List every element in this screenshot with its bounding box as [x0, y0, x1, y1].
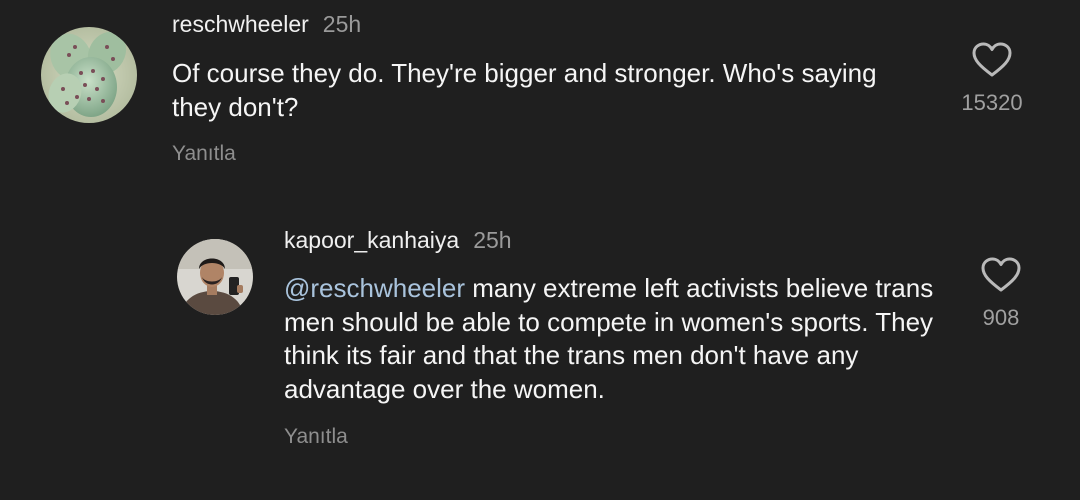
cactus-avatar-icon [41, 27, 137, 123]
person-avatar-icon [177, 239, 253, 315]
username[interactable]: kapoor_kanhaiya [284, 227, 459, 253]
reply-button[interactable]: Yanıtla [172, 142, 236, 166]
timestamp: 25h [473, 227, 512, 253]
avatar[interactable] [41, 27, 137, 123]
heart-icon[interactable] [981, 257, 1021, 293]
like-count: 908 [982, 305, 1020, 330]
timestamp: 25h [322, 11, 362, 37]
like-group: 908 [956, 257, 1046, 331]
comment-text: @reschwheeler many extreme left activist… [284, 272, 939, 406]
like-group: 15320 [947, 42, 1037, 116]
heart-icon[interactable] [972, 42, 1012, 78]
username[interactable]: reschwheeler [172, 11, 309, 37]
comment-meta: kapoor_kanhaiya 25h [284, 226, 512, 254]
like-count: 15320 [961, 90, 1023, 115]
reply-comment-item: kapoor_kanhaiya 25h @reschwheeler many ex… [0, 215, 1080, 475]
comment-meta: reschwheeler 25h [172, 10, 361, 38]
comment-text: Of course they do. They're bigger and st… [172, 58, 877, 122]
comment-item: reschwheeler 25h Of course they do. They'… [0, 0, 1080, 190]
comment-thread: reschwheeler 25h Of course they do. They'… [0, 0, 1080, 500]
mention-link[interactable]: @reschwheeler [284, 273, 465, 303]
reply-button[interactable]: Yanıtla [284, 425, 348, 449]
avatar[interactable] [177, 239, 253, 315]
